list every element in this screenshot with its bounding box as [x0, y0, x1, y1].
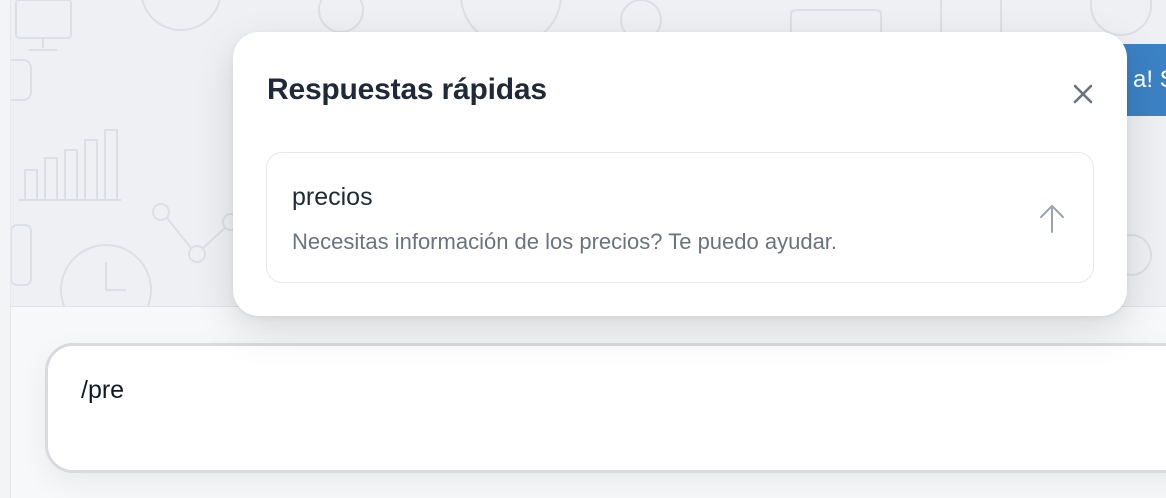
close-icon: [1073, 84, 1093, 104]
quick-reply-shortcut: precios: [292, 183, 373, 211]
message-text: a! S: [1133, 66, 1166, 93]
chat-window: a! S /pre Respuestas rápidas precios Nec…: [0, 0, 1166, 498]
quick-reply-text: Necesitas información de los precios? Te…: [292, 229, 838, 254]
popover-title: Respuestas rápidas: [267, 73, 547, 106]
arrow-up-icon[interactable]: [1037, 202, 1067, 236]
sidebar-edge: [0, 0, 11, 498]
message-input-value: /pre: [81, 376, 125, 404]
message-input[interactable]: /pre: [45, 343, 1166, 473]
quick-reply-item[interactable]: precios Necesitas información de los pre…: [266, 152, 1094, 283]
close-button[interactable]: [1067, 78, 1099, 110]
quick-replies-popover: Respuestas rápidas precios Necesitas inf…: [233, 32, 1127, 316]
composer-area: /pre: [11, 307, 1166, 498]
